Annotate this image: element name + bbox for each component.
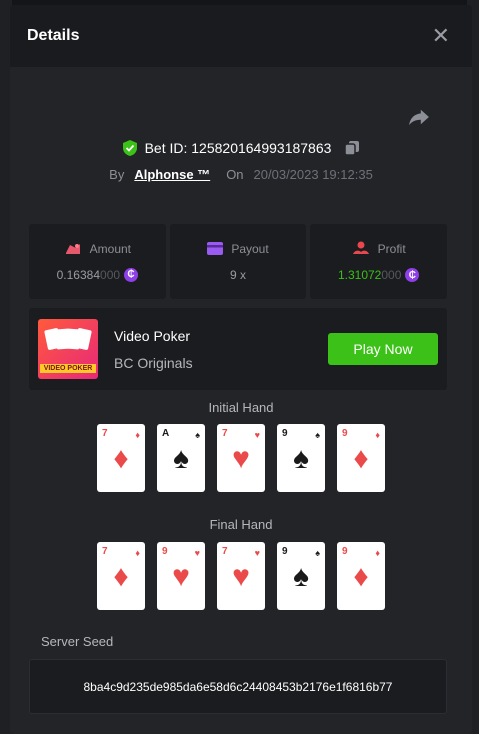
card-suit-small: ♦ [135,548,140,558]
playing-card: 9 ♥ ♥ [157,542,205,610]
amount-icon [65,243,80,254]
card-rank: A [162,428,170,439]
coin-icon: ₵ [124,267,139,282]
card-rank: 9 [162,546,168,557]
bet-id-row: Bet ID: 125820164993187863 [10,139,472,157]
card-rank: 7 [102,546,108,557]
stat-payout-label: Payout [207,242,269,256]
stat-amount: Amount 0.16384000 ₵ [29,224,166,299]
card-suit-small: ♥ [254,430,260,440]
card-suit-small: ♠ [195,430,200,440]
server-seed-value: 8ba4c9d235de985da6e58d6c24408453b2176e1f… [83,679,393,694]
game-thumbnail-text: VIDEO POKER [40,364,96,373]
card-suit-icon: ♦ [113,442,129,475]
playing-card: 9 ♠ ♠ [277,424,325,492]
payout-icon [207,242,224,255]
copy-icon[interactable] [344,140,360,156]
stat-profit-label: Profit [352,241,406,256]
card-rank: 7 [222,428,228,439]
playing-card: 9 ♦ ♦ [337,542,385,610]
card-suit-icon: ♠ [293,442,309,475]
playing-card: 9 ♠ ♠ [277,542,325,610]
initial-hand: 7 ♦ ♦ A ♠ ♠ 7 ♥ ♥ 9 ♠ ♠ 9 ♦ ♦ [10,424,472,492]
on-label: On [226,167,244,182]
details-modal: Details ✕ Bet ID: 125820164993187863 By … [10,5,472,734]
card-suit-small: ♥ [254,548,260,558]
stat-profit-value: 1.31072000 ₵ [338,268,420,282]
user-link[interactable]: Alphonse ™ [134,167,210,182]
card-suit-icon: ♦ [353,560,369,593]
game-thumbnail: VIDEO POKER [38,319,98,379]
bet-stats: Amount 0.16384000 ₵ Payout 9 x Profit 1.… [29,224,448,299]
card-rank: 7 [102,428,108,439]
card-suit-small: ♦ [375,548,380,558]
coin-icon: ₵ [405,268,420,282]
card-rank: 9 [342,428,348,439]
modal-title: Details [27,27,80,44]
stat-payout-value: 9 x [230,267,247,282]
bet-date: 20/03/2023 19:12:35 [253,167,373,182]
by-label: By [109,167,125,182]
playing-card: 7 ♥ ♥ [217,542,265,610]
playing-card: 7 ♦ ♦ [97,424,145,492]
bet-author-row: By Alphonse ™ On 20/03/2023 19:12:35 [10,167,472,182]
playing-card: 7 ♦ ♦ [97,542,145,610]
card-suit-icon: ♥ [172,560,190,593]
play-now-button[interactable]: Play Now [328,333,438,365]
modal-header: Details ✕ [10,5,472,67]
card-suit-small: ♠ [315,430,320,440]
stat-profit: Profit 1.31072000 ₵ [310,224,448,299]
close-icon[interactable]: ✕ [432,25,450,47]
final-hand: 7 ♦ ♦ 9 ♥ ♥ 7 ♥ ♥ 9 ♠ ♠ 9 ♦ ♦ [10,542,472,610]
server-seed-label: Server Seed [41,634,114,649]
playing-card: A ♠ ♠ [157,424,205,492]
share-icon[interactable] [408,108,430,126]
bet-id: Bet ID: 125820164993187863 [144,140,332,156]
profit-icon [352,241,369,254]
stat-amount-label: Amount [64,242,131,256]
card-suit-icon: ♥ [232,442,250,475]
game-card: VIDEO POKER Video Poker BC Originals Pla… [29,308,447,390]
game-info: Video Poker BC Originals [114,328,328,371]
card-suit-icon: ♠ [173,442,189,475]
card-suit-icon: ♦ [353,442,369,475]
card-suit-small: ♠ [315,548,320,558]
game-provider: BC Originals [114,354,193,371]
stat-amount-value: 0.16384000 ₵ [57,267,139,282]
playing-card: 7 ♥ ♥ [217,424,265,492]
card-rank: 9 [282,428,288,439]
card-rank: 9 [282,546,288,557]
final-hand-title: Final Hand [209,517,273,532]
card-suit-icon: ♦ [113,560,129,593]
card-suit-icon: ♠ [293,560,309,593]
card-rank: 7 [222,546,228,557]
card-rank: 9 [342,546,348,557]
card-suit-small: ♦ [135,430,140,440]
card-suit-small: ♥ [194,548,200,558]
card-suit-small: ♦ [375,430,380,440]
shield-check-icon [122,140,137,156]
card-suit-icon: ♥ [232,560,250,593]
initial-hand-title: Initial Hand [208,400,274,415]
server-seed-box[interactable]: 8ba4c9d235de985da6e58d6c24408453b2176e1f… [29,659,447,714]
game-name: Video Poker [114,327,191,344]
playing-card: 9 ♦ ♦ [337,424,385,492]
stat-payout: Payout 9 x [169,224,307,299]
